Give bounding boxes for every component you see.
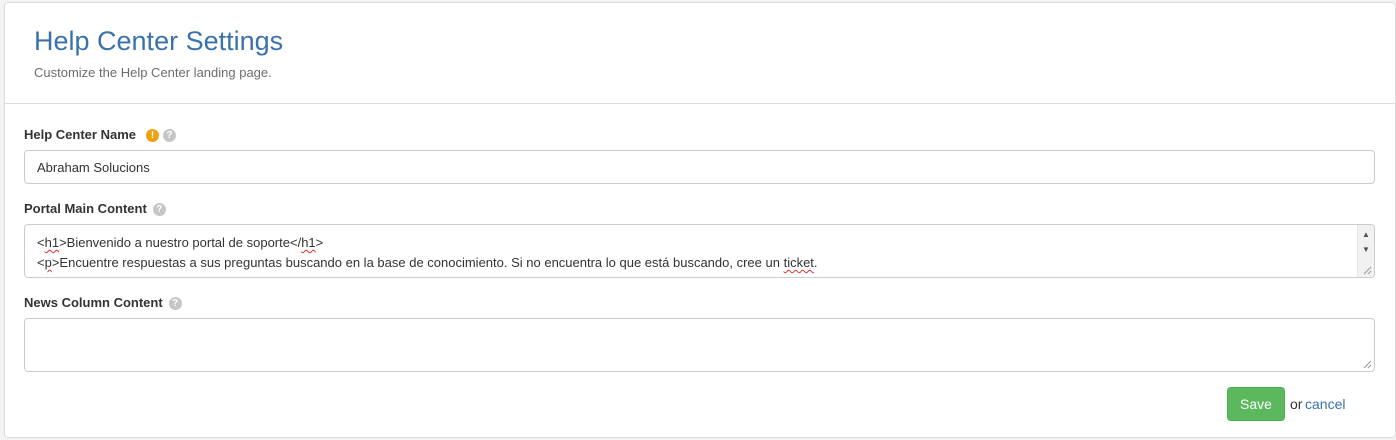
portal-main-content-label: Portal Main Content	[24, 201, 147, 216]
portal-main-content-label-row: Portal Main Content ?	[24, 201, 166, 217]
save-button[interactable]: Save	[1227, 387, 1285, 421]
news-column-content-label-row: News Column Content ?	[24, 295, 182, 311]
portal-main-content-textarea[interactable]: <h1>Bienvenido a nuestro portal de sopor…	[24, 224, 1375, 278]
settings-panel: Help Center Settings Customize the Help …	[4, 2, 1396, 438]
scroll-up-arrow-icon[interactable]: ▲	[1358, 227, 1374, 241]
question-circle-icon[interactable]: ?	[162, 128, 176, 142]
help-center-name-label: Help Center Name	[24, 127, 136, 142]
news-column-content-label: News Column Content	[24, 295, 163, 310]
help-center-name-label-row: Help Center Name ! ?	[24, 127, 176, 143]
or-text: or	[1290, 396, 1303, 412]
cancel-link[interactable]: cancel	[1305, 396, 1345, 412]
scroll-down-arrow-icon[interactable]: ▼	[1358, 242, 1374, 256]
help-center-name-input[interactable]	[24, 150, 1375, 184]
question-circle-icon[interactable]: ?	[152, 202, 166, 216]
news-column-content-textarea[interactable]	[24, 318, 1375, 372]
exclamation-circle-icon[interactable]: !	[145, 128, 159, 142]
news-column-content-text	[25, 319, 1374, 327]
textarea-scrollbar[interactable]: ▲ ▼	[1357, 225, 1374, 277]
question-circle-icon[interactable]: ?	[168, 296, 182, 310]
page-title: Help Center Settings	[34, 26, 284, 56]
resize-grip-icon[interactable]	[1362, 359, 1372, 369]
resize-grip-icon[interactable]	[1362, 265, 1372, 275]
portal-main-content-text: <h1>Bienvenido a nuestro portal de sopor…	[37, 235, 818, 270]
page-subtitle: Customize the Help Center landing page.	[34, 65, 272, 80]
